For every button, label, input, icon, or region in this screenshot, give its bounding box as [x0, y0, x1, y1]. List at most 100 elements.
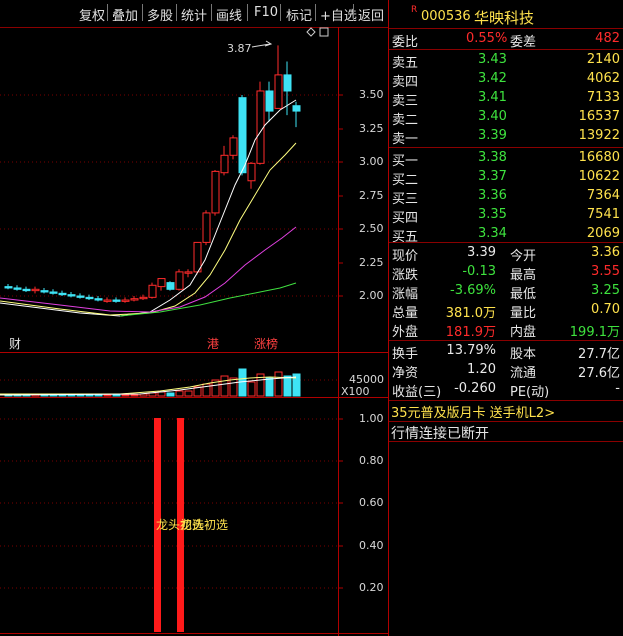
- volume-bar: [94, 394, 103, 397]
- candle-body: [94, 298, 103, 301]
- candle-body: [13, 287, 22, 290]
- volume-bars: [0, 368, 301, 397]
- stat-value: 199.1万: [569, 325, 620, 340]
- candle-body: [139, 296, 148, 300]
- bid-label: 买四: [392, 211, 419, 226]
- ask-price: 3.43: [478, 52, 507, 67]
- ask-volume: 2140: [586, 52, 620, 67]
- hk-marker[interactable]: 港: [207, 335, 219, 352]
- stat-label: 今开: [510, 249, 537, 264]
- ask-price: 3.39: [478, 128, 507, 143]
- stat-value: 0.70: [591, 302, 620, 317]
- candle-body: [58, 292, 67, 296]
- quote-row: 涨幅 -3.69% 最低 3.25: [392, 283, 622, 302]
- candle-body: [103, 299, 112, 302]
- bid-price: 3.37: [478, 169, 507, 184]
- ma60-line: [119, 282, 297, 317]
- candle-body: [265, 90, 274, 112]
- candle-body: [247, 162, 256, 182]
- quote-row: 卖五 3.43 2140: [392, 52, 622, 71]
- promo-link[interactable]: 35元普及版月卡 送手机L2>: [391, 402, 555, 421]
- volume-bar: [49, 394, 58, 397]
- volume-bar: [274, 371, 283, 397]
- stat-label: 最低: [510, 287, 537, 302]
- volume-bar: [166, 392, 175, 397]
- stat-value: 3.39: [467, 245, 496, 260]
- quote-row: 现价 3.39 今开 3.36: [392, 245, 622, 264]
- divider: [389, 242, 623, 243]
- divider: [389, 421, 623, 422]
- bid-volume: 16680: [578, 150, 620, 165]
- stat-label: 净资: [392, 366, 419, 381]
- candle-body: [202, 212, 211, 243]
- stat-value: -0.13: [462, 264, 496, 279]
- bid-label: 买三: [392, 192, 419, 207]
- stock-code: 000536: [421, 9, 471, 24]
- volume-bar: [283, 375, 292, 397]
- volume-bar: [184, 390, 193, 397]
- divider: [389, 441, 623, 442]
- stat-value: 3.36: [591, 245, 620, 260]
- indicator-tick: 0.60: [359, 496, 384, 509]
- weibi-value: 0.55%: [466, 31, 508, 46]
- candle-body: [31, 288, 40, 292]
- candle-body: [175, 271, 184, 290]
- price-tick: 2.75: [359, 189, 384, 202]
- stock-header: R 000536 华映科技: [389, 0, 623, 28]
- bid-price: 3.38: [478, 150, 507, 165]
- bid-price: 3.34: [478, 226, 507, 241]
- kline-chart[interactable]: [0, 0, 388, 636]
- r-badge: R: [411, 5, 418, 15]
- stat-label: 涨幅: [392, 287, 419, 302]
- price-tick: 3.00: [359, 155, 384, 168]
- candle-body: [40, 290, 49, 293]
- weicha-value: 482: [595, 31, 620, 46]
- candle-body: [229, 137, 238, 156]
- stat-label: PE(动): [510, 385, 550, 400]
- stat-value: 381.0万: [445, 306, 496, 321]
- ask-volume: 4062: [586, 71, 620, 86]
- candle-body: [283, 74, 292, 92]
- stat-value: 3.25: [591, 283, 620, 298]
- stat-value: 1.20: [467, 362, 496, 377]
- candle-body: [211, 170, 220, 214]
- divider: [389, 147, 623, 148]
- quote-row: 买四 3.35 7541: [392, 207, 622, 226]
- candle-body: [148, 284, 157, 298]
- candle-body: [4, 286, 13, 289]
- candle-body: [256, 90, 265, 164]
- stat-label: 换手: [392, 347, 419, 362]
- stat-value: 27.6亿: [578, 366, 620, 381]
- candle-body: [130, 298, 139, 301]
- bid-label: 买一: [392, 154, 419, 169]
- price-tick: 2.50: [359, 222, 384, 235]
- candle-body: [238, 97, 247, 174]
- bid-price: 3.36: [478, 188, 507, 203]
- volume-bar: [58, 394, 67, 397]
- square-icon[interactable]: [319, 27, 329, 37]
- finance-marker[interactable]: 财: [9, 335, 21, 352]
- ask-price: 3.40: [478, 109, 507, 124]
- stat-label: 流通: [510, 366, 537, 381]
- indicator-tick: 1.00: [359, 412, 384, 425]
- candle-body: [184, 271, 193, 274]
- candle-body: [112, 299, 121, 302]
- stat-label: 量比: [510, 306, 537, 321]
- price-tick: 3.50: [359, 88, 384, 101]
- arrow-head: [264, 40, 273, 47]
- candle-body: [121, 299, 130, 302]
- ask-volume: 13922: [578, 128, 620, 143]
- volume-bar: [220, 375, 229, 397]
- stat-label: 最高: [510, 268, 537, 283]
- bid-volume: 10622: [578, 169, 620, 184]
- bid-price: 3.35: [478, 207, 507, 222]
- stat-value: -3.69%: [450, 283, 496, 298]
- indicator-tick: 0.20: [359, 581, 384, 594]
- volume-bar: [76, 394, 85, 397]
- diamond-icon[interactable]: [306, 27, 316, 37]
- volume-bar: [265, 377, 274, 397]
- ask-volume: 7133: [586, 90, 620, 105]
- quote-row: 涨跌 -0.13 最高 3.55: [392, 264, 622, 283]
- moving-averages: [0, 99, 297, 317]
- rank-marker[interactable]: 涨榜: [254, 335, 278, 352]
